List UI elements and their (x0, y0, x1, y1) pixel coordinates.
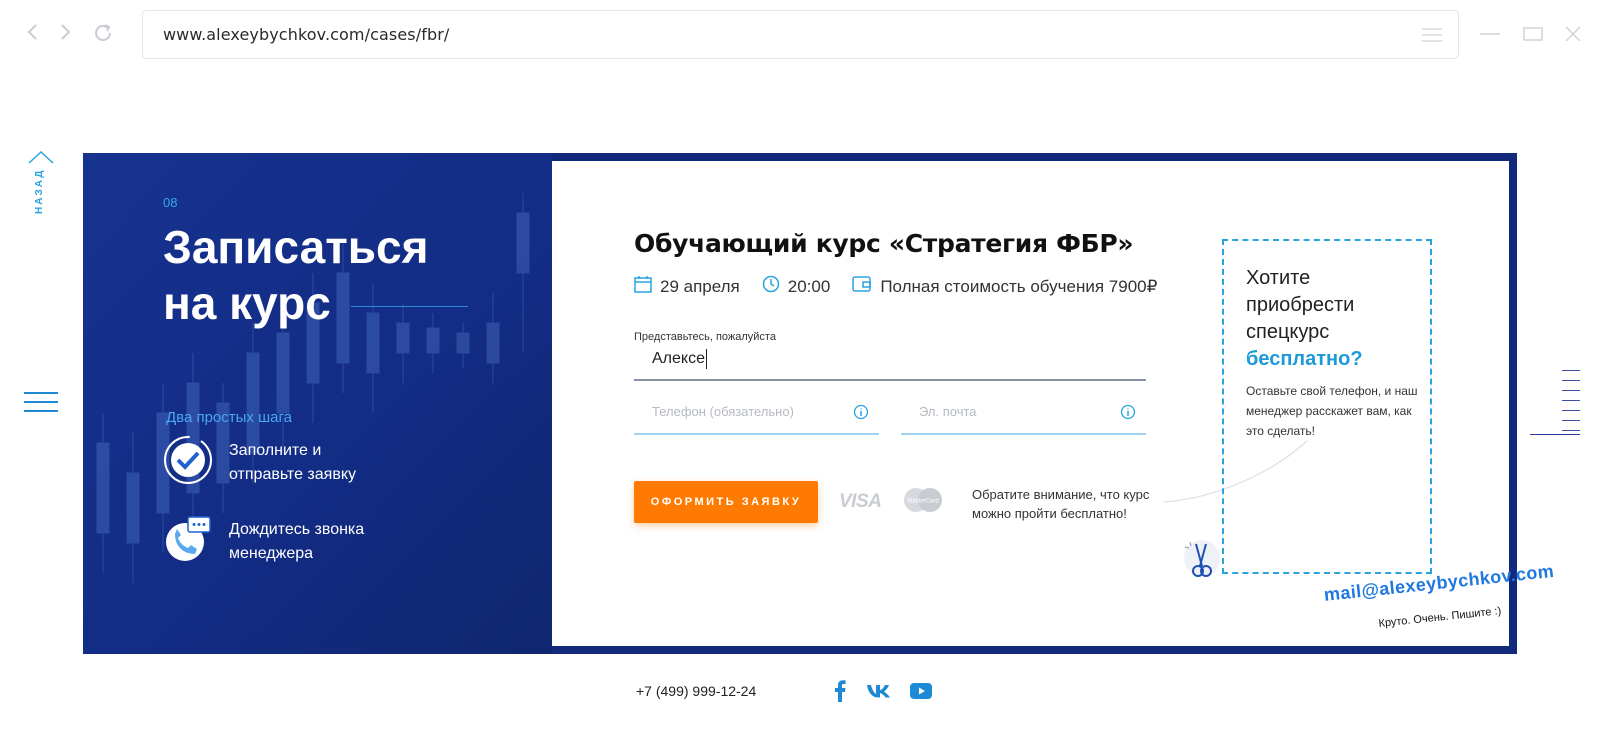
steps-label: Два простых шага (166, 409, 292, 426)
step-text: Дождитесь звонка менеджера (229, 520, 365, 562)
phone-input[interactable]: Телефон (обязательно) (652, 404, 794, 419)
scissors-icon (1176, 536, 1224, 589)
course-date: 29 апреля (634, 275, 740, 298)
progress-indicator-line (1530, 434, 1580, 435)
back-link[interactable]: НАЗАД (34, 154, 45, 214)
facebook-icon[interactable] (834, 680, 846, 707)
youtube-icon[interactable] (910, 683, 932, 704)
minimize-icon[interactable] (1480, 24, 1500, 49)
section-number: 08 (163, 195, 178, 210)
page-progress-ticks (1562, 370, 1580, 440)
course-price: Полная стоимость обучения 7900₽ (852, 275, 1157, 298)
phone-chat-icon (163, 514, 213, 569)
forward-arrow-icon[interactable] (58, 22, 72, 47)
free-course-promo: Хотите приобрести спецкурс бесплатно? Ос… (1222, 239, 1432, 574)
address-bar[interactable]: www.alexeybychkov.com/cases/fbr/ (142, 10, 1459, 59)
menu-icon[interactable] (1422, 28, 1442, 47)
vk-icon[interactable] (866, 684, 892, 703)
footer-phone[interactable]: +7 (499) 999-12-24 (636, 683, 756, 699)
submit-button[interactable]: ОФОРМИТЬ ЗАЯВКУ (634, 481, 818, 523)
info-icon[interactable] (1120, 404, 1136, 425)
name-field[interactable]: Представьтесь, пожалуйста Алексе (634, 331, 1146, 381)
reload-icon[interactable] (92, 22, 114, 49)
info-icon[interactable] (853, 404, 869, 425)
visa-logo: VISA (839, 491, 882, 512)
signup-info-panel: 08 Записаться на курс Два простых шага З… (83, 153, 552, 654)
promo-question: Хотите приобрести спецкурс бесплатно? (1246, 267, 1363, 370)
promo-description: Оставьте свой телефон, и наш менеджер ра… (1246, 384, 1418, 438)
maximize-icon[interactable] (1523, 24, 1543, 49)
name-input[interactable]: Алексе (652, 350, 705, 367)
mastercard-logo: MasterCard (902, 487, 944, 518)
step-item: Дождитесь звонка менеджера (163, 514, 389, 569)
step-text: Заполните и отправьте заявку (229, 441, 356, 483)
course-meta: 29 апреля 20:00 Полная стоимость обучени… (634, 275, 1179, 298)
free-note: Обратите внимание, что курс можно пройти… (972, 487, 1150, 521)
checkmark-icon (163, 435, 213, 490)
name-field-label: Представьтесь, пожалуйста (634, 331, 776, 343)
calendar-icon (634, 275, 660, 298)
title-underline (351, 306, 468, 307)
close-icon[interactable] (1563, 24, 1583, 49)
page-title: Записаться на курс (163, 221, 429, 329)
form-title: Обучающий курс «Стратегия ФБР» (634, 229, 1134, 258)
email-field[interactable]: Эл. почта (901, 399, 1146, 435)
step-item: Заполните и отправьте заявку (163, 435, 389, 490)
signup-section: 08 Записаться на курс Два простых шага З… (83, 153, 1517, 654)
email-input[interactable]: Эл. почта (919, 404, 977, 419)
course-time: 20:00 (762, 275, 830, 298)
url-text[interactable]: www.alexeybychkov.com/cases/fbr/ (163, 25, 449, 44)
clock-icon (762, 275, 788, 298)
hamburger-menu-icon[interactable] (24, 392, 58, 419)
wallet-icon (852, 275, 880, 298)
back-arrow-icon[interactable] (26, 22, 40, 47)
phone-field[interactable]: Телефон (обязательно) (634, 399, 879, 435)
svg-text:MasterCard: MasterCard (907, 499, 938, 505)
signup-form-panel: Обучающий курс «Стратегия ФБР» 29 апреля… (552, 161, 1509, 646)
